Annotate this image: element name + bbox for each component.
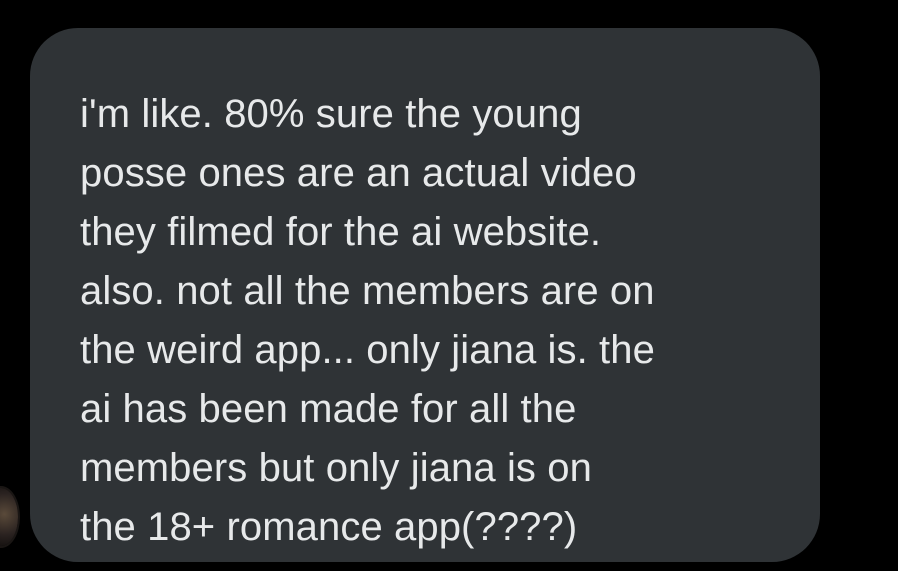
sender-avatar[interactable] [0,488,18,546]
message-line: members but only jiana is on [80,446,592,490]
dm-conversation-view: i'm like. 80% sure the young posse ones … [0,0,898,571]
message-line: the weird app... only jiana is. the [80,328,655,372]
message-line: posse ones are an actual video [80,151,637,195]
message-line: ai has been made for all the [80,387,577,431]
message-line: also. not all the members are on [80,269,655,313]
message-text: i'm like. 80% sure the young posse ones … [80,85,780,557]
message-line: they filmed for the ai website. [80,210,602,254]
message-line: the 18+ romance app(????) [80,505,578,549]
message-line: i'm like. 80% sure the young [80,92,582,136]
message-bubble[interactable]: i'm like. 80% sure the young posse ones … [30,28,820,562]
